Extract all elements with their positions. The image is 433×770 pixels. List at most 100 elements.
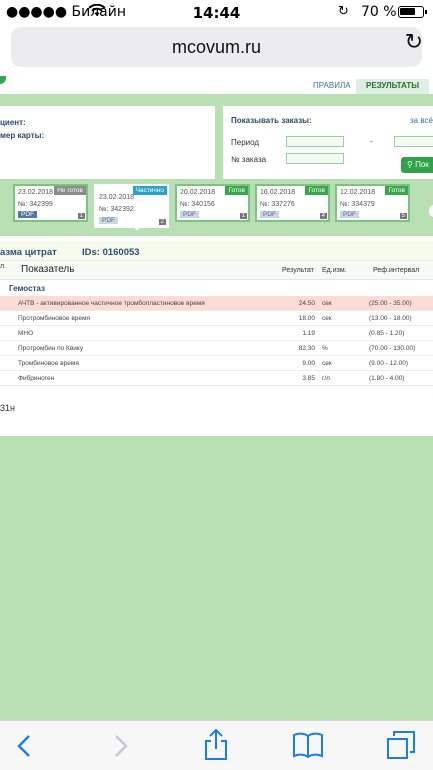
pdf-button[interactable]: PDF [18,211,37,218]
result-row: Протромбин по Квику 82.30 % (70.00 - 130… [0,341,433,356]
bookmarks-icon[interactable] [292,731,324,764]
result-value: 1.19 [302,330,315,337]
battery-percent: 70 % [361,4,397,20]
indicator-name: Протромбиновое время [18,315,91,322]
sample-type: азма цитрат [0,247,57,258]
results-header: азма цитрат IDs: 0160053 [0,241,433,260]
period-to-input[interactable] [394,136,433,147]
all-orders-link[interactable]: за всё [410,116,433,125]
result-value: 9.00 [302,360,315,367]
result-value: 18.00 [298,315,315,322]
result-unit: сек [322,315,332,322]
period-dash: - [370,137,373,146]
order-number: №: 342399 [18,201,53,208]
order-date: 20.02.2018 [180,189,216,196]
indicator-name: Протромбин по Квику [18,345,84,352]
footer-text: 31н [0,403,15,413]
result-value: 3.85 [302,375,315,382]
carousel-scroll-handle[interactable] [429,205,433,217]
order-number: №: 340156 [180,201,215,208]
order-card[interactable]: 20.02.2018 №: 340156 Готов PDF 1 [175,184,250,222]
back-arrow-icon[interactable] [16,734,32,763]
top-nav: ПРАВИЛА РЕЗУЛЬТАТЫ [0,76,433,94]
pdf-button[interactable]: PDF [180,211,199,218]
column-indicator: Показатель [21,264,75,275]
column-result: Результат [282,267,314,274]
result-ref: (0.85 - 1.20) [369,330,405,337]
show-orders-button[interactable]: ⚲ Пок [401,157,433,173]
result-unit: % [322,345,328,352]
pdf-button[interactable]: PDF [260,211,279,218]
browser-address-bar: mcovum.ru ↻ [0,24,433,76]
forward-arrow-icon [113,734,129,763]
result-value: 82.30 [298,345,315,352]
order-index: 1 [239,213,247,219]
order-date: 12.02.2018 [340,189,376,196]
results-panel: азма цитрат IDs: 0160053 л. Показатель Р… [0,236,433,436]
order-card[interactable]: 12.02.2018 №: 334379 Готов PDF 5 [335,184,410,222]
address-field[interactable]: mcovum.ru [11,27,422,67]
battery-fill [400,8,415,15]
results-column-header: л. Показатель Результат Ед.изм. Реф.инте… [0,260,433,280]
patient-panel: циент: мер карты: [0,106,215,179]
order-card[interactable]: 23.02.2018 №: 342399 Не готов PDF 1 [13,184,88,222]
tab-results[interactable]: РЕЗУЛЬТАТЫ [356,79,430,94]
result-ref: (25.00 - 35.00) [369,300,412,307]
url-text: mcovum.ru [171,37,261,57]
indicator-name: АЧТВ - активированное частичное тромбопл… [18,300,205,307]
reload-icon[interactable]: ↻ [405,29,423,55]
indicator-name: Фибриноген [18,375,55,382]
result-ref: (70.00 - 130.00) [369,345,416,352]
order-index: 1 [77,213,85,219]
order-index: 5 [399,213,407,219]
result-row: МНО 1.19 (0.85 - 1.20) [0,326,433,341]
result-row: АЧТВ - активированное частичное тромбопл… [0,296,433,311]
order-index: 2 [158,219,166,225]
search-icon: ⚲ [407,160,413,169]
order-status-badge: Готов [385,186,408,195]
order-date: 23.02.2018 [99,194,135,201]
order-number-input[interactable] [286,153,344,164]
order-card-selected[interactable]: 23.02.2018 №: 342392 Частично PDF 2 [94,184,169,228]
result-ref: (13.00 - 18.00) [369,315,412,322]
column-ref: Реф.интервал [373,267,420,274]
order-status-badge: Готов [225,186,248,195]
result-row: Тромбиновое время 9.00 сек (9.00 - 12.00… [0,356,433,371]
tab-rules[interactable]: ПРАВИЛА [313,81,351,90]
result-unit: г/л [322,375,330,382]
show-orders-button-label: Пок [415,160,429,169]
result-row: Протромбиновое время 18.00 сек (13.00 - … [0,311,433,326]
result-unit: сек [322,360,332,367]
battery-icon [398,6,427,18]
patient-label: циент: [0,118,26,127]
order-status-badge: Готов [305,186,328,195]
pdf-button[interactable]: PDF [99,217,118,224]
share-icon[interactable] [203,728,229,766]
result-unit: сек [322,300,332,307]
browser-toolbar [0,720,433,770]
indicator-name: Тромбиновое время [18,360,79,367]
pdf-button[interactable]: PDF [340,211,359,218]
result-row: Фибриноген 3.85 г/л (1.80 - 4.00) [0,371,433,386]
web-page: ПРАВИЛА РЕЗУЛЬТАТЫ циент: мер карты: Пок… [0,76,433,720]
orders-filter-panel: Показывать заказы: за всё Период - № зак… [223,106,433,179]
orders-filter-title: Показывать заказы: [231,116,312,125]
period-from-input[interactable] [286,136,344,147]
logo-mark [0,76,6,84]
order-card[interactable]: 16.02.2018 №: 337276 Готов PDF 4 [255,184,330,222]
order-date: 16.02.2018 [260,189,296,196]
order-date: 23.02.2018 [18,189,54,196]
order-number: №: 334379 [340,201,375,208]
order-status-badge: Частично [132,186,167,195]
tabs-icon[interactable] [386,730,416,765]
order-number: №: 337276 [260,201,295,208]
result-value: 24.50 [298,300,315,307]
ids-label: IDs: 0160053 [82,247,140,258]
orders-carousel: 23.02.2018 №: 342399 Не готов PDF 1 23.0… [0,178,433,230]
column-cut-label: л. [0,263,7,270]
result-ref: (9.00 - 12.00) [369,360,409,367]
order-index: 4 [319,213,327,219]
rotation-lock-icon: ↻ [338,4,349,19]
period-label: Период [231,138,260,147]
status-bar: ●●●●● Билайн 14:44 ↻ 70 % [0,0,433,24]
